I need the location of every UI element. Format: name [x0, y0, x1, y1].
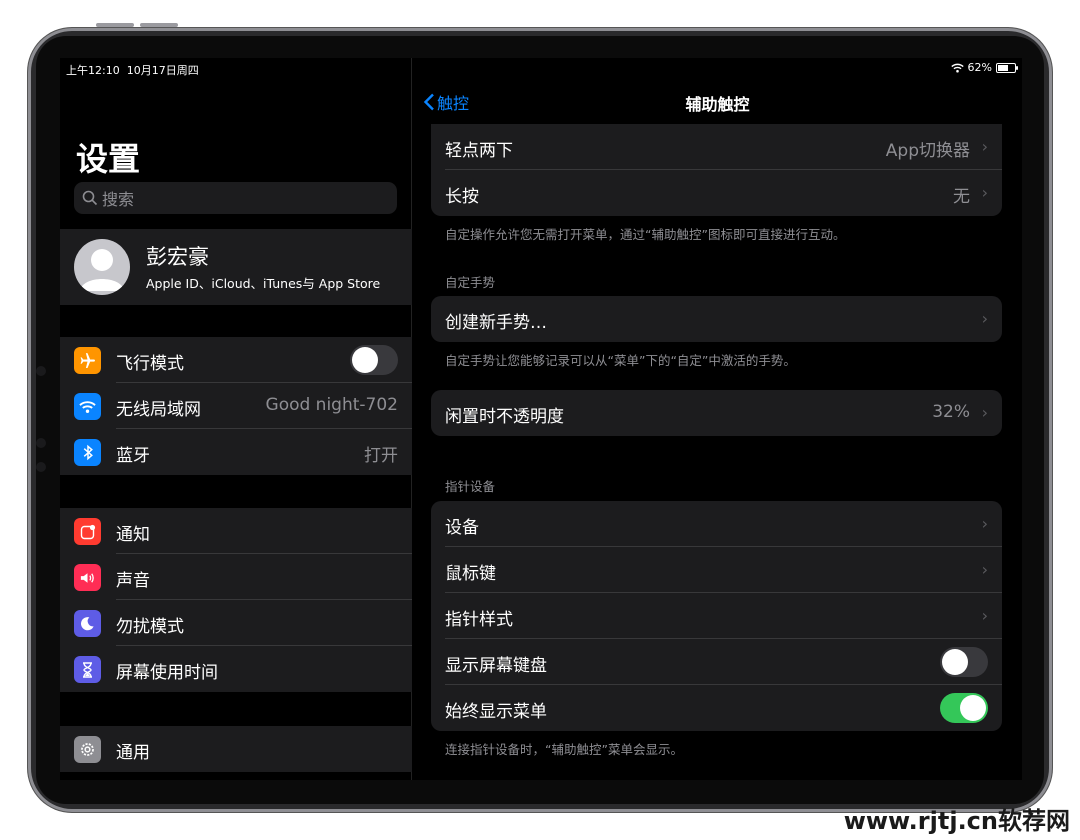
row-value: App切换器 — [885, 141, 970, 161]
sidebar-item-label: 无线局域网 — [116, 400, 201, 420]
bluetooth-icon — [74, 439, 101, 466]
chevron-right-icon: › — [981, 514, 988, 533]
sidebar-title: 设置 — [76, 140, 141, 178]
sidebar-item-label: 勿扰模式 — [116, 617, 184, 637]
row-mouse-keys[interactable]: 鼠标键 › — [431, 547, 1002, 593]
row-label: 指针样式 — [445, 610, 513, 630]
show-keyboard-toggle[interactable] — [940, 647, 988, 677]
row-pointer-style[interactable]: 指针样式 › — [431, 593, 1002, 639]
avatar — [74, 239, 130, 295]
custom-actions-card: 轻点两下 App切换器 › 长按 无 › — [431, 124, 1002, 216]
apple-id-profile[interactable]: 彭宏豪 Apple ID、iCloud、iTunes与 App Store — [60, 229, 412, 305]
row-devices[interactable]: 设备 › — [431, 501, 1002, 547]
chevron-right-icon: › — [981, 309, 988, 328]
volume-button — [96, 23, 134, 27]
sidebar-item-sounds[interactable]: 声音 — [60, 554, 412, 600]
row-label: 显示屏幕键盘 — [445, 656, 547, 676]
row-label: 轻点两下 — [445, 141, 513, 161]
sidebar-item-screen-time[interactable]: 屏幕使用时间 — [60, 646, 412, 692]
row-double-tap[interactable]: 轻点两下 App切换器 › — [431, 124, 1002, 170]
wifi-icon — [74, 393, 101, 420]
bluetooth-value: 打开 — [364, 446, 398, 466]
row-label: 设备 — [445, 518, 479, 538]
sidebar-item-label: 屏幕使用时间 — [116, 663, 218, 683]
sidebar-item-bluetooth[interactable]: 蓝牙 打开 — [60, 429, 412, 475]
row-idle-opacity[interactable]: 闲置时不透明度 32% › — [431, 390, 1002, 436]
idle-opacity-card: 闲置时不透明度 32% › — [431, 390, 1002, 436]
camera-dot — [36, 438, 46, 448]
sound-icon — [74, 564, 101, 591]
row-always-show-menu: 始终显示菜单 — [431, 685, 1002, 731]
row-label: 始终显示菜单 — [445, 702, 547, 722]
section-header-pointer: 指针设备 — [445, 479, 496, 494]
sidebar-item-label: 飞行模式 — [116, 354, 184, 374]
row-label: 闲置时不透明度 — [445, 407, 564, 427]
gear-icon — [74, 736, 101, 763]
chevron-right-icon: › — [981, 183, 988, 202]
battery-icon — [996, 62, 1018, 73]
screen: 设置 搜索 彭宏豪 Apple ID、iCloud、iTunes与 App St… — [60, 58, 1022, 780]
sidebar-item-do-not-disturb[interactable]: 勿扰模式 — [60, 600, 412, 646]
chevron-right-icon: › — [981, 560, 988, 579]
profile-subtitle: Apple ID、iCloud、iTunes与 App Store — [146, 276, 381, 291]
search-placeholder: 搜索 — [102, 190, 135, 209]
sidebar-item-label: 通知 — [116, 525, 150, 545]
status-time-date: 上午12:10 10月17日周四 — [66, 62, 199, 78]
gestures-card: 创建新手势… › — [431, 296, 1002, 342]
always-show-menu-toggle[interactable] — [940, 693, 988, 723]
status-date: 10月17日周四 — [126, 64, 199, 77]
detail-pane: 触控 辅助触控 轻点两下 App切换器 › 长按 无 › 自定操作允许您无需打开… — [413, 58, 1022, 780]
search-input[interactable]: 搜索 — [74, 182, 397, 214]
status-bar: 上午12:10 10月17日周四 62% — [60, 58, 1022, 78]
camera-dot — [36, 366, 46, 376]
row-label: 长按 — [445, 187, 479, 207]
actions-footnote: 自定操作允许您无需打开菜单，通过“辅助触控”图标即可直接进行互动。 — [445, 227, 846, 242]
airplane-icon — [74, 347, 101, 374]
row-label: 创建新手势… — [445, 313, 547, 333]
row-value: 无 — [953, 187, 970, 207]
row-long-press[interactable]: 长按 无 › — [431, 170, 1002, 216]
gestures-footnote: 自定手势让您能够记录可以从“菜单”下的“自定”中激活的手势。 — [445, 353, 796, 368]
status-right: 62% — [950, 61, 1018, 74]
section-header-gestures: 自定手势 — [445, 275, 496, 290]
wifi-icon — [950, 63, 964, 72]
sidebar-group-general: 通用 — [60, 726, 412, 772]
notification-icon — [74, 518, 101, 545]
camera-dot — [36, 462, 46, 472]
sidebar-item-label: 通用 — [116, 743, 150, 763]
sidebar-item-general[interactable]: 通用 — [60, 726, 412, 772]
search-icon — [82, 190, 98, 206]
status-time: 上午12:10 — [66, 64, 120, 77]
pointer-devices-card: 设备 › 鼠标键 › 指针样式 › 显示屏幕键盘 始终显示菜单 — [431, 501, 1002, 731]
sidebar-item-wifi[interactable]: 无线局域网 Good night-702 — [60, 383, 412, 429]
profile-name: 彭宏豪 — [146, 245, 209, 269]
watermark: www.rjtj.cn软荐网 — [843, 807, 1070, 835]
sidebar-group-connectivity: 飞行模式 无线局域网 Good night-702 蓝牙 打开 — [60, 337, 412, 475]
page-title: 辅助触控 — [685, 95, 750, 114]
battery-percent: 62% — [967, 61, 992, 74]
row-value: 32% — [932, 402, 970, 422]
row-show-keyboard: 显示屏幕键盘 — [431, 639, 1002, 685]
volume-button — [140, 23, 178, 27]
sidebar-item-label: 蓝牙 — [116, 446, 150, 466]
airplane-toggle[interactable] — [350, 345, 398, 375]
sidebar-group-notifications: 通知 声音 勿扰模式 屏幕使用时间 — [60, 508, 412, 692]
chevron-right-icon: › — [981, 403, 988, 422]
chevron-right-icon: › — [981, 137, 988, 156]
chevron-right-icon: › — [981, 606, 988, 625]
hourglass-icon — [74, 656, 101, 683]
row-create-gesture[interactable]: 创建新手势… › — [431, 296, 1002, 342]
row-label: 鼠标键 — [445, 564, 496, 584]
pointer-footnote: 连接指针设备时，“辅助触控”菜单会显示。 — [445, 742, 683, 757]
moon-icon — [74, 610, 101, 637]
wifi-network-value: Good night-702 — [265, 395, 398, 415]
sidebar-item-label: 声音 — [116, 571, 150, 591]
sidebar-item-notifications[interactable]: 通知 — [60, 508, 412, 554]
settings-sidebar: 设置 搜索 彭宏豪 Apple ID、iCloud、iTunes与 App St… — [60, 58, 412, 780]
nav-bar: 触控 辅助触控 — [413, 78, 1022, 124]
sidebar-item-airplane[interactable]: 飞行模式 — [60, 337, 412, 383]
